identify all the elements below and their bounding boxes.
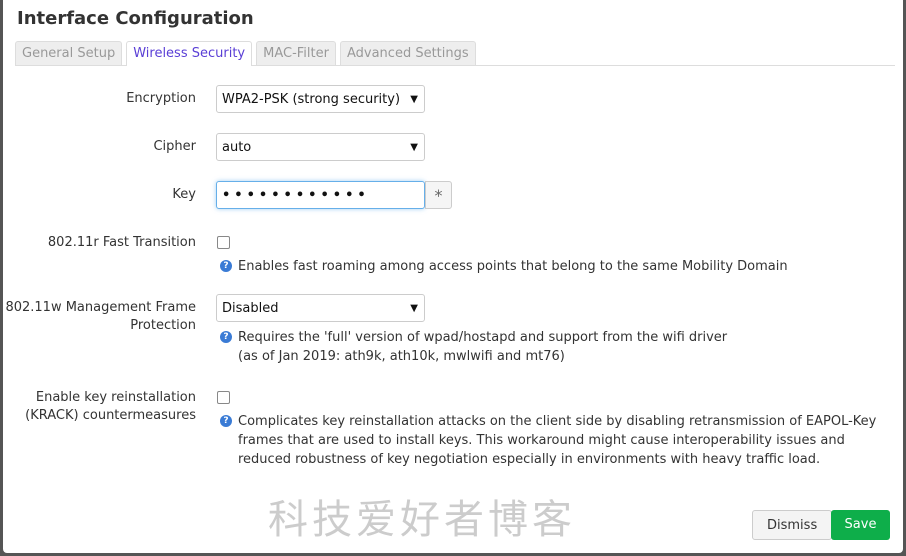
fast-transition-label: 802.11r Fast Transition xyxy=(47,235,196,250)
save-button[interactable]: Save xyxy=(831,510,890,540)
krack-help: ? Complicates key reinstallation attacks … xyxy=(220,412,898,469)
help-text: Complicates key reinstallation attacks o… xyxy=(238,414,877,467)
krack-checkbox[interactable] xyxy=(217,391,230,404)
interface-configuration-dialog: Interface Configuration General Setup Wi… xyxy=(3,0,903,553)
help-text: (as of Jan 2019: ath9k, ath10k, mwlwifi … xyxy=(238,349,565,364)
tab-general-setup[interactable]: General Setup xyxy=(15,41,123,65)
key-label: Key xyxy=(172,187,196,202)
watermark: 科技爱好者博客 xyxy=(268,497,576,543)
help-text: Requires the 'full' version of wpad/host… xyxy=(238,330,728,345)
dropdown-arrow-icon: ▼ xyxy=(410,94,418,105)
cipher-select[interactable]: auto ▼ xyxy=(216,133,425,161)
reveal-password-button[interactable]: * xyxy=(425,181,452,209)
cipher-label: Cipher xyxy=(153,139,196,154)
tab-mac-filter[interactable]: MAC-Filter xyxy=(256,41,336,65)
dropdown-arrow-icon: ▼ xyxy=(410,303,418,314)
krack-label: Enable key reinstallation (KRACK) counte… xyxy=(25,390,196,423)
encryption-select[interactable]: WPA2-PSK (strong security) ▼ xyxy=(216,85,425,113)
tab-advanced-settings[interactable]: Advanced Settings xyxy=(339,41,476,65)
help-icon: ? xyxy=(220,415,232,427)
mfp-value: Disabled xyxy=(222,301,279,316)
mfp-label: 802.11w Management Frame Protection xyxy=(5,300,196,333)
dropdown-arrow-icon: ▼ xyxy=(410,142,418,153)
help-icon: ? xyxy=(220,331,232,343)
encryption-label: Encryption xyxy=(126,91,196,106)
fast-transition-help: ? Enables fast roaming among access point… xyxy=(220,257,898,276)
help-text: Enables fast roaming among access points… xyxy=(238,259,788,274)
help-icon: ? xyxy=(220,260,232,272)
tab-wireless-security[interactable]: Wireless Security xyxy=(126,41,253,66)
tab-bar: General Setup Wireless Security MAC-Filt… xyxy=(15,41,895,66)
dismiss-button[interactable]: Dismiss xyxy=(752,510,833,540)
mfp-help: ? Requires the 'full' version of wpad/hos… xyxy=(220,328,898,366)
mfp-select[interactable]: Disabled ▼ xyxy=(216,294,425,322)
dialog-title: Interface Configuration xyxy=(17,8,254,29)
cipher-value: auto xyxy=(222,140,252,155)
fast-transition-checkbox[interactable] xyxy=(217,236,230,249)
encryption-value: WPA2-PSK (strong security) xyxy=(222,92,401,107)
key-input[interactable]: •••••••••••• xyxy=(216,181,425,209)
